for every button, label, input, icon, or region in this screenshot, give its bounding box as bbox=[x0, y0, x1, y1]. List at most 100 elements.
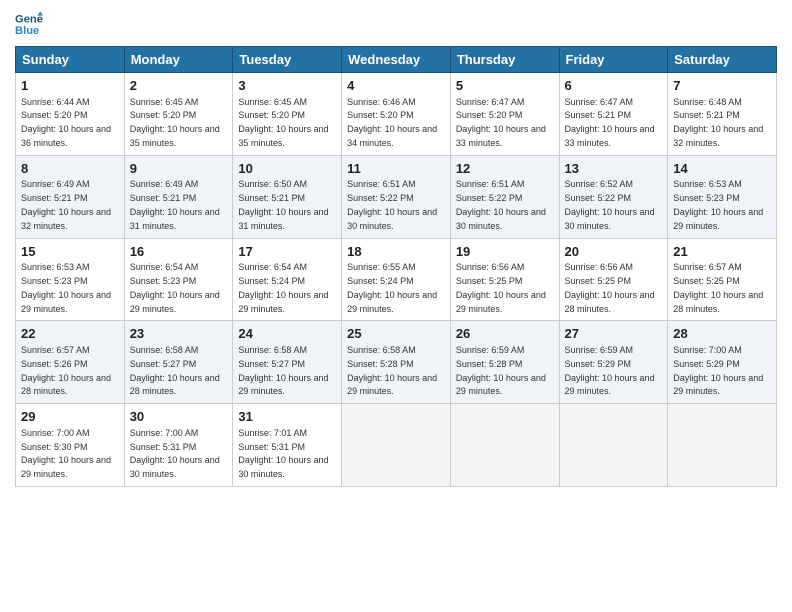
day-sunrise: Sunrise: 6:54 AM bbox=[130, 262, 199, 272]
calendar-cell: 4Sunrise: 6:46 AMSunset: 5:20 PMDaylight… bbox=[342, 73, 451, 156]
day-sunset: Sunset: 5:23 PM bbox=[130, 276, 197, 286]
day-daylight-label: Daylight: 10 hours and 32 minutes. bbox=[21, 207, 111, 231]
calendar-cell: 31Sunrise: 7:01 AMSunset: 5:31 PMDayligh… bbox=[233, 404, 342, 487]
day-sunrise: Sunrise: 6:58 AM bbox=[347, 345, 416, 355]
calendar-cell: 26Sunrise: 6:59 AMSunset: 5:28 PMDayligh… bbox=[450, 321, 559, 404]
day-number: 17 bbox=[238, 243, 336, 261]
day-sunset: Sunset: 5:31 PM bbox=[238, 442, 305, 452]
day-daylight-label: Daylight: 10 hours and 30 minutes. bbox=[130, 455, 220, 479]
calendar-cell: 3Sunrise: 6:45 AMSunset: 5:20 PMDaylight… bbox=[233, 73, 342, 156]
day-daylight-label: Daylight: 10 hours and 29 minutes. bbox=[21, 290, 111, 314]
day-daylight-label: Daylight: 10 hours and 33 minutes. bbox=[565, 124, 655, 148]
day-daylight-label: Daylight: 10 hours and 29 minutes. bbox=[673, 207, 763, 231]
calendar-cell: 13Sunrise: 6:52 AMSunset: 5:22 PMDayligh… bbox=[559, 155, 668, 238]
day-daylight-label: Daylight: 10 hours and 29 minutes. bbox=[21, 455, 111, 479]
calendar-cell: 23Sunrise: 6:58 AMSunset: 5:27 PMDayligh… bbox=[124, 321, 233, 404]
day-daylight-label: Daylight: 10 hours and 29 minutes. bbox=[456, 290, 546, 314]
day-sunset: Sunset: 5:31 PM bbox=[130, 442, 197, 452]
day-number: 19 bbox=[456, 243, 554, 261]
day-daylight-label: Daylight: 10 hours and 29 minutes. bbox=[130, 290, 220, 314]
day-sunrise: Sunrise: 6:59 AM bbox=[456, 345, 525, 355]
day-daylight-label: Daylight: 10 hours and 36 minutes. bbox=[21, 124, 111, 148]
day-sunset: Sunset: 5:25 PM bbox=[673, 276, 740, 286]
day-sunset: Sunset: 5:26 PM bbox=[21, 359, 88, 369]
day-number: 23 bbox=[130, 325, 228, 343]
weekday-header-thursday: Thursday bbox=[450, 47, 559, 73]
weekday-header-monday: Monday bbox=[124, 47, 233, 73]
day-sunset: Sunset: 5:23 PM bbox=[21, 276, 88, 286]
calendar-cell: 12Sunrise: 6:51 AMSunset: 5:22 PMDayligh… bbox=[450, 155, 559, 238]
day-number: 29 bbox=[21, 408, 119, 426]
day-sunset: Sunset: 5:20 PM bbox=[130, 110, 197, 120]
calendar-cell: 22 Sunrise: 6:57 AM Sunset: 5:26 PM Dayligh… bbox=[16, 321, 125, 404]
calendar-cell bbox=[668, 404, 777, 487]
day-sunset: Sunset: 5:21 PM bbox=[565, 110, 632, 120]
day-daylight-label: Daylight: 10 hours and 29 minutes. bbox=[238, 290, 328, 314]
day-daylight-label: Daylight: 10 hours and 32 minutes. bbox=[673, 124, 763, 148]
calendar-page: General Blue SundayMondayTuesdayWednesda… bbox=[0, 0, 792, 612]
calendar-cell: 27Sunrise: 6:59 AMSunset: 5:29 PMDayligh… bbox=[559, 321, 668, 404]
logo-icon: General Blue bbox=[15, 10, 43, 38]
day-sunset: Sunset: 5:29 PM bbox=[673, 359, 740, 369]
day-sunrise: Sunrise: 6:46 AM bbox=[347, 97, 416, 107]
logo: General Blue bbox=[15, 10, 47, 38]
day-sunset: Sunset: 5:22 PM bbox=[565, 193, 632, 203]
calendar-cell: 14Sunrise: 6:53 AMSunset: 5:23 PMDayligh… bbox=[668, 155, 777, 238]
day-number: 28 bbox=[673, 325, 771, 343]
day-sunrise: Sunrise: 6:47 AM bbox=[565, 97, 634, 107]
day-sunrise: Sunrise: 6:48 AM bbox=[673, 97, 742, 107]
day-number: 5 bbox=[456, 77, 554, 95]
day-sunset: Sunset: 5:27 PM bbox=[130, 359, 197, 369]
day-number: 4 bbox=[347, 77, 445, 95]
svg-text:Blue: Blue bbox=[15, 25, 39, 37]
day-sunrise: Sunrise: 6:51 AM bbox=[347, 179, 416, 189]
day-daylight-label: Daylight: 10 hours and 31 minutes. bbox=[238, 207, 328, 231]
day-sunset: Sunset: 5:27 PM bbox=[238, 359, 305, 369]
header: General Blue bbox=[15, 10, 777, 38]
calendar-cell: 5 Sunrise: 6:47 AM Sunset: 5:20 PM Daylight… bbox=[450, 73, 559, 156]
day-sunrise: Sunrise: 6:57 AM bbox=[21, 345, 90, 355]
day-daylight-label: Daylight: 10 hours and 30 minutes. bbox=[347, 207, 437, 231]
day-sunrise: Sunrise: 6:55 AM bbox=[347, 262, 416, 272]
week-row-3: 15Sunrise: 6:53 AMSunset: 5:23 PMDayligh… bbox=[16, 238, 777, 321]
day-daylight-label: Daylight: 10 hours and 28 minutes. bbox=[673, 290, 763, 314]
day-sunset: Sunset: 5:28 PM bbox=[456, 359, 523, 369]
calendar-cell: 20Sunrise: 6:56 AMSunset: 5:25 PMDayligh… bbox=[559, 238, 668, 321]
day-sunset: Sunset: 5:21 PM bbox=[238, 193, 305, 203]
week-row-4: 22 Sunrise: 6:57 AM Sunset: 5:26 PM Dayligh… bbox=[16, 321, 777, 404]
day-number: 27 bbox=[565, 325, 663, 343]
weekday-header-saturday: Saturday bbox=[668, 47, 777, 73]
day-number: 11 bbox=[347, 160, 445, 178]
day-sunrise: Sunrise: 6:58 AM bbox=[130, 345, 199, 355]
day-number: 8 bbox=[21, 160, 119, 178]
day-sunset: Sunset: 5:20 PM bbox=[456, 110, 523, 120]
day-number: 13 bbox=[565, 160, 663, 178]
day-number: 31 bbox=[238, 408, 336, 426]
calendar-cell: 8Sunrise: 6:49 AMSunset: 5:21 PMDaylight… bbox=[16, 155, 125, 238]
day-number: 20 bbox=[565, 243, 663, 261]
calendar-cell: 30Sunrise: 7:00 AMSunset: 5:31 PMDayligh… bbox=[124, 404, 233, 487]
day-sunset: Sunset: 5:20 PM bbox=[21, 110, 88, 120]
day-sunset: Sunset: 5:25 PM bbox=[565, 276, 632, 286]
day-sunrise: Sunrise: 6:57 AM bbox=[673, 262, 742, 272]
day-sunset: Sunset: 5:20 PM bbox=[238, 110, 305, 120]
day-sunrise: Sunrise: 6:54 AM bbox=[238, 262, 307, 272]
calendar-cell: 6Sunrise: 6:47 AMSunset: 5:21 PMDaylight… bbox=[559, 73, 668, 156]
day-sunrise: Sunrise: 7:01 AM bbox=[238, 428, 307, 438]
calendar-cell: 7Sunrise: 6:48 AMSunset: 5:21 PMDaylight… bbox=[668, 73, 777, 156]
day-sunrise: Sunrise: 6:47 AM bbox=[456, 97, 525, 107]
day-sunrise: Sunrise: 6:44 AM bbox=[21, 97, 90, 107]
day-sunrise: Sunrise: 6:51 AM bbox=[456, 179, 525, 189]
day-number: 22 bbox=[21, 325, 119, 343]
week-row-5: 29Sunrise: 7:00 AMSunset: 5:30 PMDayligh… bbox=[16, 404, 777, 487]
day-sunset: Sunset: 5:22 PM bbox=[456, 193, 523, 203]
day-daylight-label: Daylight: 10 hours and 33 minutes. bbox=[456, 124, 546, 148]
day-sunrise: Sunrise: 7:00 AM bbox=[130, 428, 199, 438]
day-sunrise: Sunrise: 7:00 AM bbox=[673, 345, 742, 355]
calendar-cell: 16Sunrise: 6:54 AMSunset: 5:23 PMDayligh… bbox=[124, 238, 233, 321]
calendar-cell: 24Sunrise: 6:58 AMSunset: 5:27 PMDayligh… bbox=[233, 321, 342, 404]
day-daylight-label: Daylight: 10 hours and 28 minutes. bbox=[21, 373, 111, 397]
calendar-cell: 1Sunrise: 6:44 AMSunset: 5:20 PMDaylight… bbox=[16, 73, 125, 156]
day-daylight-label: Daylight: 10 hours and 29 minutes. bbox=[565, 373, 655, 397]
calendar-cell: 21Sunrise: 6:57 AMSunset: 5:25 PMDayligh… bbox=[668, 238, 777, 321]
